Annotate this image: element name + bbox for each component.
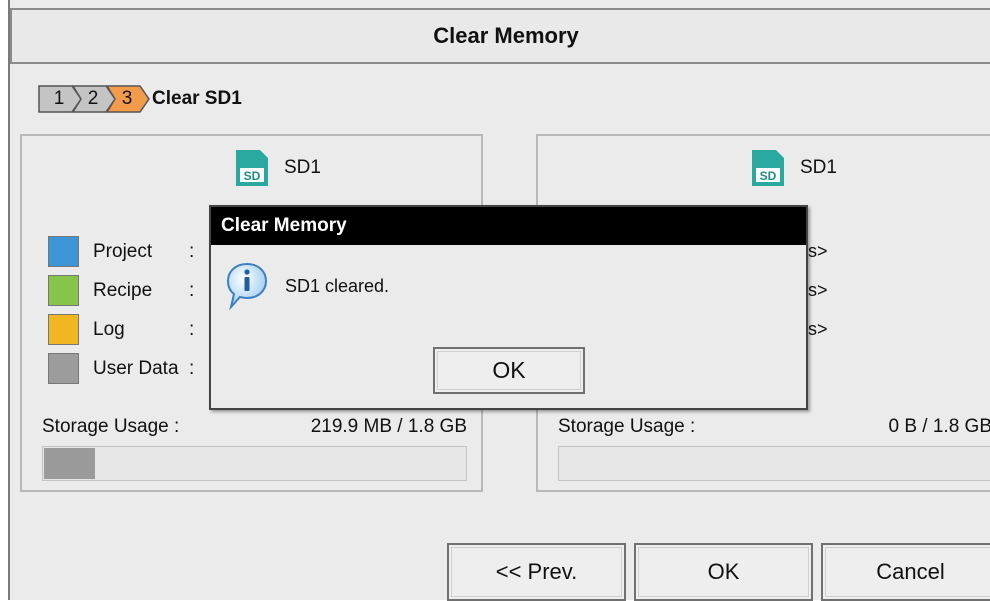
storage-usage: Storage Usage : 0 B / 1.8 GB xyxy=(558,416,990,438)
usage-bar xyxy=(558,446,990,481)
usage-bar-fill xyxy=(44,448,95,479)
legend-item: User Data : xyxy=(48,349,194,388)
storage-legend: Project : Recipe : Log : User Data : xyxy=(48,232,194,388)
dialog-title: Clear Memory xyxy=(211,207,806,245)
project-swatch xyxy=(48,236,79,267)
svg-text:SD: SD xyxy=(244,169,261,183)
sd-header: SD SD1 xyxy=(234,148,321,188)
dialog-message-row: SD1 cleared. xyxy=(225,261,389,311)
usage-label: Storage Usage : xyxy=(558,416,695,438)
log-swatch xyxy=(48,314,79,345)
user-data-swatch xyxy=(48,353,79,384)
step-3: 3 xyxy=(106,85,148,113)
ok-button[interactable]: OK xyxy=(634,543,813,601)
info-icon xyxy=(225,261,269,311)
cancel-button[interactable]: Cancel xyxy=(821,543,990,601)
sd-card-icon: SD xyxy=(234,148,270,188)
legend-item: Project : xyxy=(48,232,194,271)
window-title: Clear Memory xyxy=(10,8,990,64)
legend-value: s> xyxy=(808,310,828,349)
step-indicator: 1 2 3 Clear SD1 xyxy=(38,84,242,114)
usage-value: 219.9 MB / 1.8 GB xyxy=(311,416,467,438)
dialog-message: SD1 cleared. xyxy=(285,276,389,297)
sd-card-icon: SD xyxy=(750,148,786,188)
device-label: SD1 xyxy=(800,157,837,179)
legend-value: s> xyxy=(808,232,828,271)
device-label: SD1 xyxy=(284,157,321,179)
legend-item: Log : xyxy=(48,310,194,349)
sd-header: SD SD1 xyxy=(750,148,837,188)
legend-value: s> xyxy=(808,271,828,310)
svg-text:SD: SD xyxy=(760,169,777,183)
legend-values: s> s> s> xyxy=(808,232,828,349)
usage-bar xyxy=(42,446,467,481)
usage-value: 0 B / 1.8 GB xyxy=(889,416,990,438)
storage-usage: Storage Usage : 219.9 MB / 1.8 GB xyxy=(42,416,467,438)
dialog-ok-button[interactable]: OK xyxy=(433,347,585,394)
prev-button[interactable]: << Prev. xyxy=(447,543,626,601)
step-title: Clear SD1 xyxy=(152,88,242,110)
recipe-swatch xyxy=(48,275,79,306)
clear-memory-window: Clear Memory 1 2 3 Clear SD1 SD SD1 xyxy=(8,0,990,600)
legend-item: Recipe : xyxy=(48,271,194,310)
info-dialog: Clear Memory SD1 cleared. OK xyxy=(209,205,808,410)
usage-label: Storage Usage : xyxy=(42,416,179,438)
